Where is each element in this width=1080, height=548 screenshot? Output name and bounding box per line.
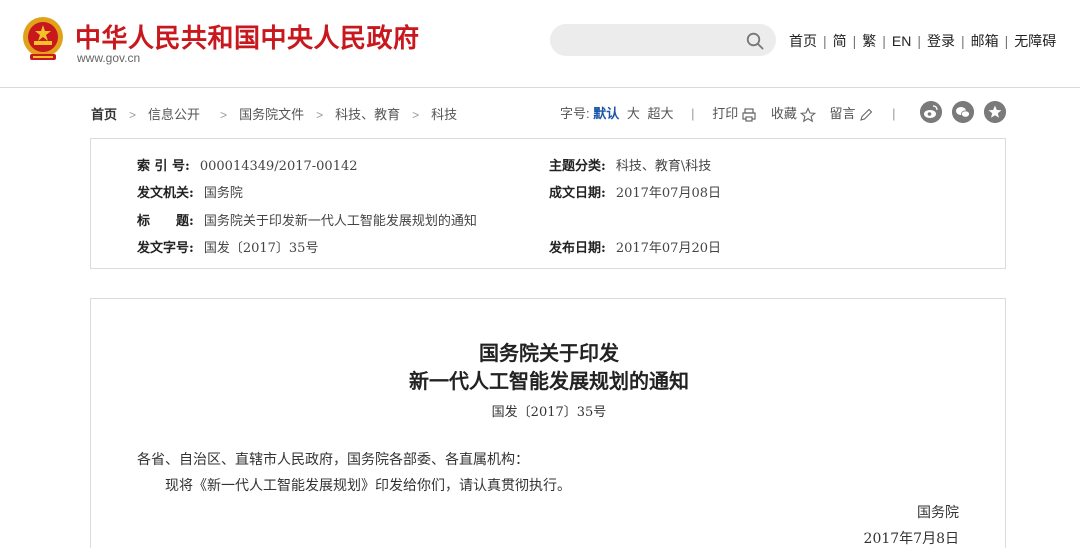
- weibo-icon[interactable]: [920, 101, 942, 123]
- search-input[interactable]: [564, 24, 744, 56]
- nav-english[interactable]: EN: [892, 33, 911, 49]
- star-icon: [799, 106, 816, 122]
- document-signature: 国务院: [917, 505, 959, 521]
- printer-icon: [742, 107, 756, 122]
- info-label: 成文日期:: [549, 186, 606, 201]
- info-topic-row: 主题分类: 科技、教育\科技: [549, 155, 711, 174]
- print-label: 打印: [712, 106, 739, 121]
- site-domain: www.gov.cn: [77, 51, 141, 65]
- document-salutation: 各省、自治区、直辖市人民政府，国务院各部委、各直属机构：: [137, 452, 529, 468]
- document-number: 国发〔2017〕35号: [491, 405, 607, 420]
- info-value: 000014349/2017-00142: [199, 159, 358, 174]
- font-size-xlarge[interactable]: 超大: [648, 106, 674, 121]
- breadcrumb-tech[interactable]: 科技: [431, 107, 457, 122]
- breadcrumb-state-council-docs[interactable]: 国务院文件: [239, 107, 304, 122]
- nav-login[interactable]: 登录: [927, 33, 955, 49]
- chevron-right-icon: >: [316, 108, 324, 122]
- site-name[interactable]: 中华人民共和国中央人民政府: [75, 18, 420, 55]
- breadcrumb-sci-edu[interactable]: 科技、教育: [335, 107, 400, 122]
- wechat-icon[interactable]: [952, 101, 974, 123]
- comment-button[interactable]: 留言: [829, 106, 874, 121]
- search-icon[interactable]: [746, 32, 764, 50]
- breadcrumb-home[interactable]: 首页: [91, 107, 117, 122]
- info-title-row: 标 题: 国务院关于印发新一代人工智能发展规划的通知: [137, 210, 477, 229]
- info-value: 2017年07月20日: [615, 241, 721, 256]
- top-nav: 首页 | 简 | 繁 | EN | 登录 | 邮箱 | 无障碍: [789, 33, 1057, 49]
- font-size-label: 字号:: [560, 106, 590, 121]
- nav-traditional[interactable]: 繁: [862, 33, 876, 49]
- breadcrumb-info-public[interactable]: 信息公开: [148, 107, 200, 122]
- info-label: 索 引 号:: [137, 159, 190, 174]
- pencil-icon: [860, 108, 873, 121]
- info-index-row: 索 引 号: 000014349/2017-00142: [137, 155, 358, 174]
- comment-label: 留言: [829, 106, 856, 121]
- search-box: [550, 24, 776, 56]
- page-tools: 字号: 默认 大 超大 | 打印 收藏 留言 |: [560, 106, 896, 122]
- emblem-icon[interactable]: [20, 14, 66, 64]
- document-title-line1: 国务院关于印发: [479, 341, 619, 365]
- info-label: 发文机关:: [137, 186, 194, 201]
- document-body: 国务院关于印发 新一代人工智能发展规划的通知 国发〔2017〕35号 各省、自治…: [90, 298, 1006, 548]
- info-value: 国务院关于印发新一代人工智能发展规划的通知: [203, 214, 477, 229]
- info-label: 发布日期:: [549, 241, 606, 256]
- nav-simplified[interactable]: 简: [833, 33, 847, 49]
- document-paragraph: 现将《新一代人工智能发展规划》印发给你们，请认真贯彻执行。: [165, 478, 571, 494]
- info-label: 发文字号:: [137, 241, 194, 256]
- document-info-table: 索 引 号: 000014349/2017-00142 主题分类: 科技、教育\科技…: [90, 138, 1006, 269]
- document-title-line2: 新一代人工智能发展规划的通知: [409, 369, 689, 393]
- site-header: 中华人民共和国中央人民政府 www.gov.cn 首页 | 简 | 繁 | EN | 登录 | 邮箱…: [0, 0, 1080, 88]
- document-date: 2017年7月8日: [863, 531, 959, 547]
- nav-accessibility[interactable]: 无障碍: [1014, 33, 1056, 49]
- info-issuer-row: 发文机关: 国务院: [137, 182, 243, 201]
- print-button[interactable]: 打印: [712, 106, 757, 122]
- info-value: 国发〔2017〕35号: [203, 241, 319, 256]
- info-value: 国务院: [203, 186, 243, 201]
- favorite-icon[interactable]: [984, 101, 1006, 123]
- favorite-button[interactable]: 收藏: [770, 106, 816, 122]
- info-date-written-row: 成文日期: 2017年07月08日: [549, 182, 721, 201]
- info-value: 2017年07月08日: [615, 186, 721, 201]
- info-label: 标 题:: [137, 214, 194, 229]
- nav-home[interactable]: 首页: [789, 33, 817, 49]
- info-publish-row: 发布日期: 2017年07月20日: [549, 237, 721, 256]
- info-doc-number-row: 发文字号: 国发〔2017〕35号: [137, 237, 318, 256]
- font-size-large[interactable]: 大: [627, 106, 640, 121]
- chevron-right-icon: >: [412, 108, 420, 122]
- nav-mail[interactable]: 邮箱: [971, 33, 999, 49]
- info-value: 科技、教育\科技: [615, 159, 712, 174]
- breadcrumb: 首页 > 信息公开 > 国务院文件 > 科技、教育 > 科技: [91, 104, 457, 123]
- chevron-right-icon: >: [129, 108, 137, 122]
- info-label: 主题分类:: [549, 159, 606, 174]
- font-size-default[interactable]: 默认: [593, 106, 619, 121]
- favorite-label: 收藏: [770, 106, 797, 121]
- chevron-right-icon: >: [220, 108, 228, 122]
